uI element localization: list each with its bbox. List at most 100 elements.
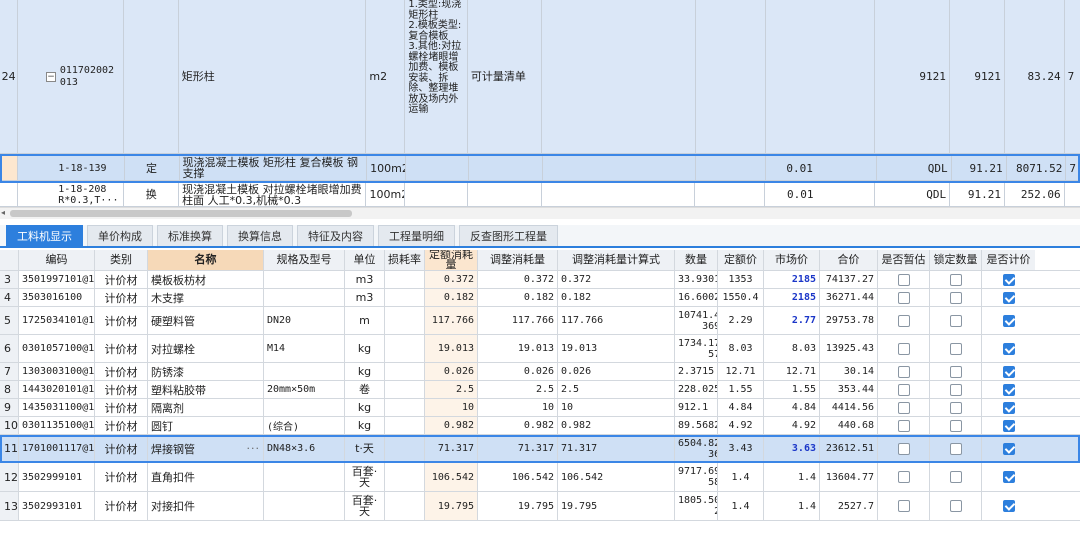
tab-conversion-info[interactable]: 换算信息 [227,225,293,246]
material-name[interactable]: 对拉螺栓 [151,341,195,357]
header-adjusted-consumption[interactable]: 调整消耗量 [478,250,558,270]
is-priced-checkbox[interactable] [1002,273,1015,286]
is-estimated-checkbox[interactable] [897,383,910,396]
tab-labor-material-machine[interactable]: 工料机显示 [6,225,83,246]
header-is-priced[interactable]: 是否计价 [982,250,1035,270]
quota-row[interactable]: 1-18-208 R*0.3,T··· 换 现浇混凝土模板 对拉螺栓堵眼增加费 … [0,183,1080,207]
material-row[interactable]: 6 0301057100@1 计价材 对拉螺栓 M14 kg 19.013 19.013 19.… [0,335,1080,363]
tab-unit-price-composition[interactable]: 单价构成 [87,225,153,246]
material-name[interactable]: 对接扣件 [151,498,195,514]
adjusted-formula[interactable]: 71.317 [561,443,597,454]
market-price[interactable]: 8.03 [792,343,816,354]
is-estimated-checkbox[interactable] [897,442,910,455]
material-row[interactable]: 9 1435031100@1 计价材 隔离剂 kg 10 10 10 912.1 4.84 4.84… [0,399,1080,417]
adjusted-consumption[interactable]: 0.182 [524,292,554,303]
header-quota-consumption[interactable]: 定额消耗量 [425,250,478,270]
is-priced-checkbox[interactable] [1002,314,1015,327]
material-row[interactable]: 5 1725034101@1 计价材 硬塑料管 DN20 m 117.766 117.766 1… [0,307,1080,335]
material-name[interactable]: 塑料粘胶带 [151,382,206,398]
lock-quantity-checkbox[interactable] [949,442,962,455]
market-price[interactable]: 4.84 [792,402,816,413]
adjusted-consumption[interactable]: 71.317 [518,443,554,454]
is-estimated-checkbox[interactable] [897,401,910,414]
material-row[interactable]: 8 1443020101@1 计价材 塑料粘胶带 20mm×50m 卷 2.5 2.5 2.5 2… [0,381,1080,399]
adjusted-consumption[interactable]: 10 [542,402,554,413]
tab-features-content[interactable]: 特征及内容 [297,225,374,246]
market-price[interactable]: 4.92 [792,420,816,431]
header-spec[interactable]: 规格及型号 [264,250,345,270]
material-name[interactable]: 防锈漆 [151,364,184,380]
is-estimated-checkbox[interactable] [897,419,910,432]
market-price[interactable]: 3.63 [792,443,816,454]
market-price[interactable]: 1.4 [798,501,816,512]
adjusted-formula[interactable]: 0.026 [561,366,591,377]
adjusted-consumption[interactable]: 2.5 [536,384,554,395]
header-is-estimated[interactable]: 是否暂估 [878,250,930,270]
material-name[interactable]: 直角扣件 [151,469,195,485]
adjusted-consumption[interactable]: 106.542 [512,472,554,483]
header-unit[interactable]: 单位 [345,250,385,270]
lock-quantity-checkbox[interactable] [949,471,962,483]
lock-quantity-checkbox[interactable] [949,401,962,414]
is-priced-checkbox[interactable] [1002,383,1015,396]
tab-standard-conversion[interactable]: 标准换算 [157,225,223,246]
header-lock-quantity[interactable]: 锁定数量 [930,250,982,270]
is-priced-checkbox[interactable] [1002,442,1015,455]
adjusted-consumption[interactable]: 0.372 [524,274,554,285]
is-estimated-checkbox[interactable] [897,314,910,327]
lock-quantity-checkbox[interactable] [949,500,962,512]
is-estimated-checkbox[interactable] [897,342,910,355]
adjusted-formula[interactable]: 10 [561,402,573,413]
is-estimated-checkbox[interactable] [897,273,910,286]
market-price[interactable]: 1.55 [792,384,816,395]
is-priced-checkbox[interactable] [1002,419,1015,432]
is-priced-checkbox[interactable] [1002,401,1015,414]
adjusted-formula[interactable]: 19.013 [561,343,597,354]
collapse-icon[interactable]: − [46,71,56,82]
market-price[interactable]: 2.77 [792,315,816,326]
material-row[interactable]: 3 3501997101@1 计价材 模板板枋材 m3 0.372 0.372 0.372 33… [0,271,1080,289]
header-adjusted-formula[interactable]: 调整消耗量计算式 [558,250,675,270]
header-market-price[interactable]: 市场价 [764,250,820,270]
header-code[interactable]: 编码 [19,250,95,270]
more-options-icon[interactable]: ··· [247,442,261,455]
is-priced-checkbox[interactable] [1002,500,1015,512]
header-category[interactable]: 类别 [95,250,148,270]
horizontal-scrollbar[interactable]: ◂ [0,207,1080,219]
adjusted-consumption[interactable]: 0.026 [524,366,554,377]
tab-quantity-detail[interactable]: 工程量明细 [378,225,455,246]
quota-row-selected[interactable]: 1-18-139 定 现浇混凝土模板 矩形柱 复合模板 钢支撑 100m2 0.… [0,154,1080,183]
material-name[interactable]: 模板板枋材 [151,272,206,288]
is-priced-checkbox[interactable] [1002,365,1015,378]
lock-quantity-checkbox[interactable] [949,291,962,304]
material-row[interactable]: 12 3502999101 计价材 直角扣件 百套· 天 106.542 106.542 10… [0,463,1080,492]
tab-reverse-graphic-quantity[interactable]: 反查图形工程量 [459,225,558,246]
adjusted-consumption[interactable]: 0.982 [524,420,554,431]
lock-quantity-checkbox[interactable] [949,419,962,432]
material-row[interactable]: 13 3502993101 计价材 对接扣件 百套· 天 19.795 19.795 19.7… [0,492,1080,521]
is-priced-checkbox[interactable] [1002,291,1015,304]
scrollbar-thumb[interactable] [10,210,352,217]
header-name[interactable]: 名称 [148,250,264,270]
lock-quantity-checkbox[interactable] [949,314,962,327]
material-name[interactable]: 木支撑 [151,290,184,306]
is-priced-checkbox[interactable] [1002,342,1015,355]
lock-quantity-checkbox[interactable] [949,365,962,378]
adjusted-formula[interactable]: 117.766 [561,315,603,326]
header-quantity[interactable]: 数量 [675,250,718,270]
scroll-left-icon[interactable]: ◂ [1,208,5,217]
material-name[interactable]: 焊接钢管 [151,441,195,457]
lock-quantity-checkbox[interactable] [949,342,962,355]
lock-quantity-checkbox[interactable] [949,273,962,286]
material-row-selected[interactable]: 11 1701001117@1 计价材 焊接钢管 ··· DN48×3.6 t·天 71.31… [0,435,1080,463]
bill-row-24[interactable]: 24 − 011702002013 矩形柱 m2 1.类型:现浇矩形柱 2.模板… [0,0,1080,154]
material-row[interactable]: 4 3503016100 计价材 木支撑 m3 0.182 0.182 0.182 16.600… [0,289,1080,307]
lock-quantity-checkbox[interactable] [949,383,962,396]
adjusted-formula[interactable]: 19.795 [561,501,597,512]
header-total[interactable]: 合价 [820,250,878,270]
adjusted-formula[interactable]: 0.372 [561,274,591,285]
adjusted-consumption[interactable]: 19.795 [518,501,554,512]
is-estimated-checkbox[interactable] [897,471,910,483]
adjusted-formula[interactable]: 0.982 [561,420,591,431]
market-price[interactable]: 2185 [792,274,816,285]
